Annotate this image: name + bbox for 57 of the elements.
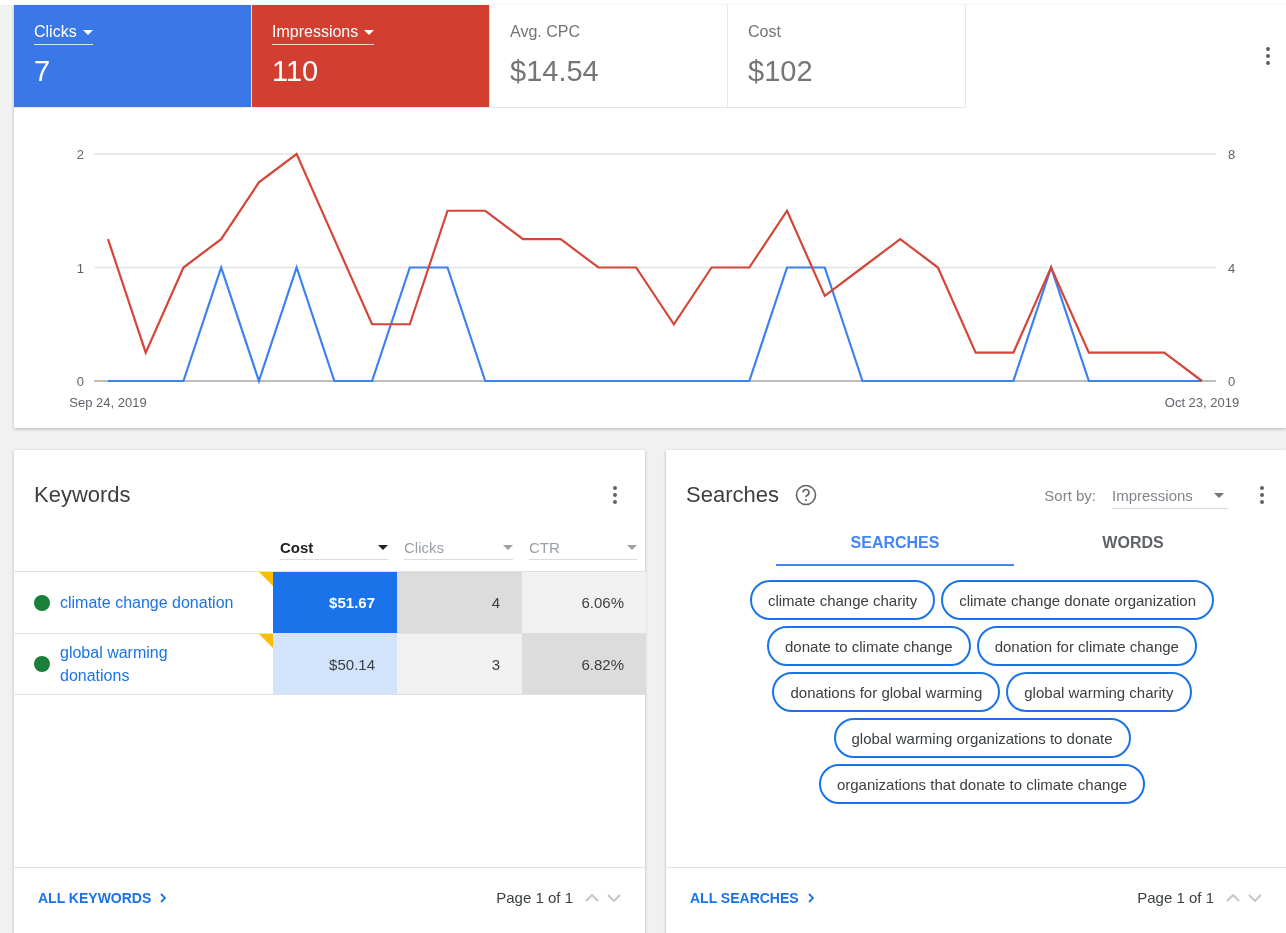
- table-cell: 6.06%: [522, 572, 646, 633]
- axis-tick-label: 2: [76, 147, 84, 162]
- caret-icon: [82, 29, 93, 35]
- metric-tile[interactable]: Impressions 110: [252, 5, 490, 108]
- card-title: Keywords: [34, 482, 131, 508]
- more-icon: [1260, 486, 1264, 504]
- column-header[interactable]: Clicks: [404, 536, 513, 560]
- axis-tick-label: 0: [76, 374, 84, 389]
- axis-tick-label: 0: [1228, 374, 1236, 389]
- sort-label: Sort by:: [1044, 486, 1096, 504]
- axis-date-label: Oct 23, 2019: [1164, 395, 1240, 410]
- search-term-chip[interactable]: climate change charity: [749, 580, 936, 620]
- chevron-down-icon: [607, 893, 621, 902]
- search-term-chip[interactable]: donate to climate change: [767, 626, 971, 666]
- axis-tick-label: 4: [1228, 260, 1236, 276]
- tab[interactable]: SEARCHES: [776, 522, 1014, 566]
- search-term-chip[interactable]: donations for global warming: [772, 672, 1001, 712]
- metric-tile[interactable]: Cost $102: [728, 5, 966, 108]
- sort-caret-icon: [503, 545, 513, 550]
- chevron-down-icon: [1248, 893, 1262, 902]
- axis-tick-label: 8: [1228, 147, 1236, 162]
- caret-icon: [364, 29, 375, 35]
- keyword-link[interactable]: global warming donations: [60, 641, 200, 687]
- axis-tick-label: 1: [76, 260, 84, 276]
- sort-dropdown[interactable]: Impressions: [1112, 487, 1228, 509]
- column-header[interactable]: Cost: [280, 536, 388, 560]
- search-term-chip[interactable]: global warming organizations to donate: [833, 718, 1131, 758]
- search-term-chip[interactable]: donation for climate change: [976, 626, 1197, 666]
- table-cell: 6.82%: [522, 634, 646, 694]
- more-icon: [613, 486, 617, 504]
- search-term-chip[interactable]: climate change donate organization: [941, 580, 1215, 620]
- keyword-link[interactable]: climate change donation: [60, 591, 234, 614]
- all-searches-link[interactable]: ALL SEARCHES: [690, 889, 815, 906]
- page-indicator: Page 1 of 1: [496, 889, 573, 906]
- metric-tile[interactable]: Clicks 7: [14, 5, 252, 108]
- column-header[interactable]: CTR: [529, 536, 637, 560]
- search-term-chip[interactable]: organizations that donate to climate change: [818, 764, 1146, 804]
- sort-caret-icon: [378, 545, 388, 550]
- more-icon: [1266, 47, 1270, 65]
- metric-tile[interactable]: Avg. CPC $14.54: [490, 5, 728, 108]
- chevron-up-icon: [585, 893, 599, 902]
- axis-date-label: Sep 24, 2019: [69, 395, 147, 410]
- table-cell: 3: [397, 634, 522, 694]
- table-cell: 4: [397, 572, 522, 633]
- tab[interactable]: WORDS: [1014, 522, 1252, 566]
- card-title: Searches: [686, 482, 779, 508]
- sort-caret-icon: [627, 545, 637, 550]
- all-keywords-link[interactable]: ALL KEYWORDS: [38, 889, 168, 906]
- chevron-right-icon: [806, 892, 815, 903]
- table-cell: $50.14: [273, 634, 397, 694]
- chevron-right-icon: [159, 892, 168, 903]
- caret-icon: [1214, 493, 1224, 498]
- search-term-chip[interactable]: global warming charity: [1006, 672, 1192, 712]
- table-cell: $51.67: [273, 572, 397, 633]
- chevron-up-icon: [1226, 893, 1240, 902]
- page-indicator: Page 1 of 1: [1137, 889, 1214, 906]
- help-icon[interactable]: [794, 484, 817, 506]
